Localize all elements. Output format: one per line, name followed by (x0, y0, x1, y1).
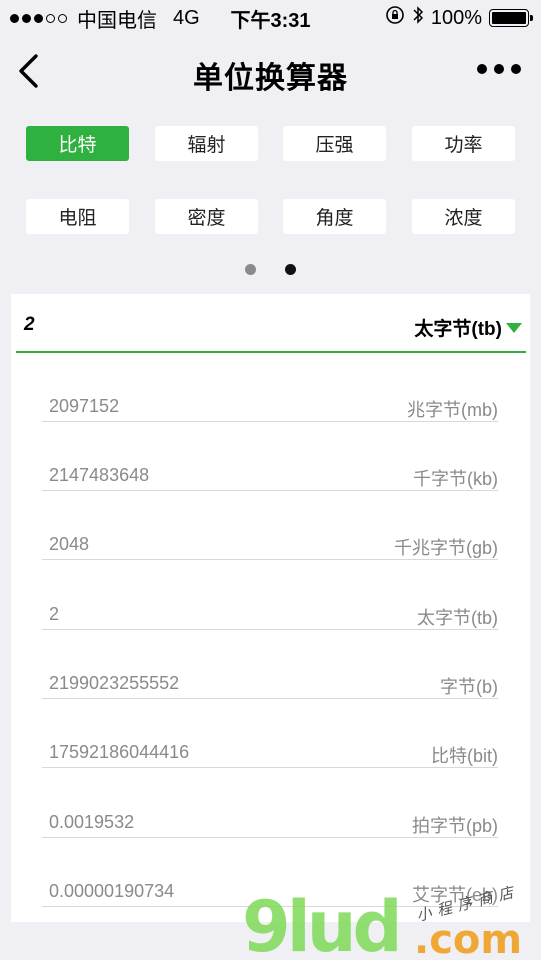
result-value: 2 (49, 604, 60, 624)
network-type: 4G (173, 6, 200, 29)
category-angle[interactable]: 角度 (283, 199, 386, 234)
unit-selector[interactable]: 太字节(tb) (414, 314, 522, 341)
category-label: 电阻 (58, 208, 97, 229)
page-indicator (0, 264, 541, 275)
category-power[interactable]: 功率 (412, 126, 515, 161)
signal-strength-icon (10, 13, 67, 23)
result-value: 2199023255552 (49, 673, 180, 693)
result-row: 2048 千兆字节(gb) (42, 530, 498, 560)
result-unit: 字节(b) (440, 677, 498, 697)
selected-unit: 太字节(tb) (414, 319, 502, 340)
result-value: 2097152 (49, 396, 120, 416)
result-row: 2 太字节(tb) (42, 600, 498, 630)
result-value: 2048 (49, 534, 90, 554)
result-unit: 千兆字节(gb) (393, 538, 498, 558)
category-label: 功率 (444, 135, 483, 156)
bluetooth-icon (412, 5, 424, 31)
result-value: 2147483648 (49, 465, 150, 485)
category-label: 角度 (315, 208, 354, 229)
category-label: 辐射 (187, 135, 226, 156)
battery-percent: 100% (430, 6, 482, 29)
result-row: 2097152 兆字节(mb) (42, 392, 498, 422)
result-unit: 千字节(kb) (413, 469, 498, 489)
input-row: 2 太字节(tb) (16, 294, 526, 353)
converter-card: 2 太字节(tb) 2097152 兆字节(mb) 2147483648 千字节… (11, 294, 530, 922)
result-unit: 太字节(tb) (417, 608, 498, 628)
result-unit: 比特(bit) (431, 746, 498, 766)
category-label: 压强 (315, 135, 354, 156)
nav-bar: 单位换算器 (0, 36, 541, 106)
result-value: 0.00000190734 (49, 881, 175, 901)
orientation-lock-icon (385, 5, 405, 31)
dropdown-triangle-icon (506, 322, 522, 333)
category-resistance[interactable]: 电阻 (26, 199, 129, 234)
amount-input[interactable]: 2 (24, 314, 35, 336)
result-row: 17592186044416 比特(bit) (42, 738, 498, 768)
result-row: 2199023255552 字节(b) (42, 669, 498, 699)
category-label: 浓度 (444, 208, 483, 229)
result-row: 0.0019532 拍字节(pb) (42, 808, 498, 838)
category-radiation[interactable]: 辐射 (155, 126, 258, 161)
status-bar: 中国电信 4G 下午3:31 100% (0, 0, 541, 36)
status-left: 中国电信 4G (10, 4, 200, 33)
watermark-logo: 9lud .com 小程序商店 (242, 885, 522, 960)
status-right: 100% (385, 5, 533, 31)
category-density[interactable]: 密度 (155, 199, 258, 234)
page-title: 单位换算器 (193, 62, 348, 95)
result-value: 0.0019532 (49, 812, 135, 832)
more-dots-icon (477, 64, 487, 74)
watermark-domain: .com (414, 917, 522, 960)
watermark-brand: 9lud (242, 886, 399, 960)
category-bit[interactable]: 比特 (26, 126, 129, 161)
result-row: 2147483648 千字节(kb) (42, 461, 498, 491)
category-pressure[interactable]: 压强 (283, 126, 386, 161)
result-unit: 拍字节(pb) (411, 816, 498, 836)
page-dot-2[interactable] (285, 264, 296, 275)
page-dot-1[interactable] (245, 264, 256, 275)
carrier-name: 中国电信 (77, 9, 157, 32)
result-value: 17592186044416 (49, 742, 190, 762)
category-label: 比特 (58, 135, 97, 156)
result-unit: 兆字节(mb) (407, 400, 498, 420)
battery-icon (489, 9, 533, 27)
more-button[interactable] (477, 64, 521, 74)
category-concentration[interactable]: 浓度 (412, 199, 515, 234)
category-label: 密度 (187, 208, 226, 229)
